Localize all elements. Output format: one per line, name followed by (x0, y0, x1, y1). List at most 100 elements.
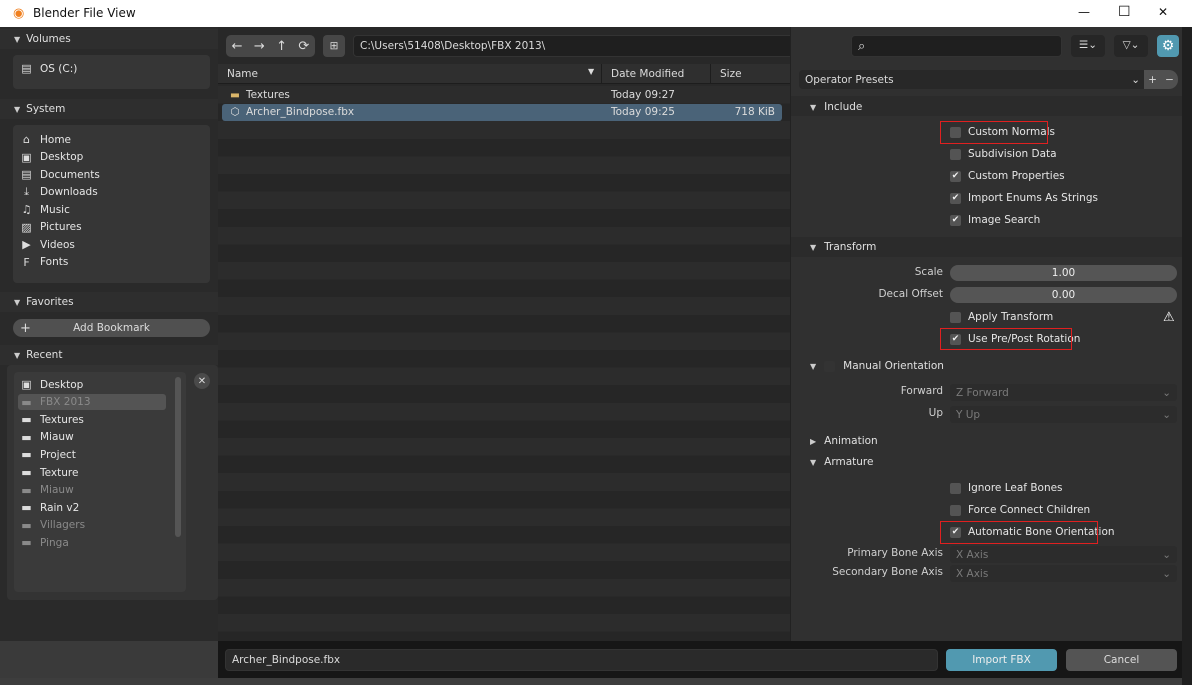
sidebar-item-home[interactable]: ⌂ Home (20, 131, 71, 148)
animation-section[interactable]: ▶ Animation (804, 431, 1182, 451)
checkbox[interactable]: ✔ (950, 192, 961, 204)
item-label: Rain v2 (40, 501, 80, 514)
close-button[interactable]: ✕ (1158, 5, 1168, 19)
armature-section[interactable]: ▼ Armature (804, 452, 1182, 472)
item-label: Fonts (40, 256, 69, 268)
decal-offset-label: Decal Offset (878, 288, 943, 300)
refresh-icon[interactable]: ⟳ (298, 39, 309, 54)
back-arrow-icon[interactable]: ← (232, 39, 243, 54)
include-option[interactable]: ✔ Custom Properties (950, 168, 1065, 184)
checkbox-label: Custom Properties (968, 170, 1065, 182)
column-size[interactable]: Size (710, 64, 742, 84)
recent-scrollbar[interactable] (175, 377, 181, 537)
parent-dir-icon[interactable]: ↑ (276, 39, 287, 54)
gear-icon: ⚙ (1161, 38, 1175, 54)
blender-logo-icon: ◉ (13, 6, 25, 21)
armature-option[interactable]: Ignore Leaf Bones (950, 480, 1063, 496)
file-row[interactable]: ⬡ Archer_Bindpose.fbx Today 09:25 718 KiB (222, 103, 782, 121)
recent-header[interactable]: ▼ Recent (0, 345, 218, 365)
up-dropdown[interactable]: Y Up ⌄ (950, 406, 1177, 423)
transform-section[interactable]: ▼ Transform (804, 237, 1182, 257)
folder-icon: ▬ (230, 88, 240, 101)
column-name[interactable]: Name (227, 68, 258, 80)
operator-presets-dropdown[interactable]: Operator Presets ⌄ (799, 70, 1144, 89)
recent-item[interactable]: ▬ Miauw (20, 429, 73, 446)
path-text: C:\Users\51408\Desktop\FBX 2013\ (360, 40, 546, 52)
cancel-button[interactable]: Cancel (1066, 649, 1177, 671)
sidebar-item-downloads[interactable]: ⤓ Downloads (20, 184, 98, 201)
maximize-button[interactable]: ☐ (1118, 4, 1131, 20)
secondary-bone-axis-dropdown[interactable]: X Axis ⌄ (950, 565, 1177, 582)
apply-transform-checkbox[interactable]: Apply Transform (950, 309, 1053, 325)
checkbox[interactable]: ✔ (950, 214, 961, 226)
include-section[interactable]: ▼ Include (804, 97, 1182, 117)
sidebar-item-fonts[interactable]: F Fonts (20, 254, 68, 271)
scale-field[interactable]: 1.00 (950, 265, 1177, 281)
minimize-button[interactable]: — (1078, 5, 1090, 19)
item-label: Project (40, 448, 76, 461)
primary-bone-axis-dropdown[interactable]: X Axis ⌄ (950, 546, 1177, 563)
remove-preset-button[interactable]: − (1161, 70, 1178, 89)
chevron-down-icon: ⌄ (1162, 548, 1171, 561)
forward-dropdown[interactable]: Z Forward ⌄ (950, 384, 1177, 401)
checkbox[interactable] (950, 148, 961, 160)
search-input[interactable]: ⌕ (851, 35, 1062, 57)
item-label: Desktop (40, 151, 84, 163)
add-preset-button[interactable]: + (1144, 70, 1161, 89)
sidebar-item-videos[interactable]: ▶ Videos (20, 236, 75, 253)
sidebar-item-os[interactable]: ▤ OS (C:) (20, 60, 77, 77)
sidebar-item-desktop[interactable]: ▣ Desktop (20, 149, 83, 166)
decal-offset-field[interactable]: 0.00 (950, 287, 1177, 303)
checkbox[interactable]: ✔ (950, 170, 961, 182)
recent-item[interactable]: ▬ Pinga (20, 534, 68, 551)
display-mode-dropdown[interactable]: ☰⌄ (1071, 35, 1105, 57)
recent-item[interactable]: ▣ Desktop (20, 376, 83, 393)
filename-input[interactable]: Archer_Bindpose.fbx (225, 649, 938, 671)
sort-icon[interactable]: ▼ (588, 67, 594, 76)
volumes-header[interactable]: ▼ Volumes (0, 29, 218, 49)
home-icon: ⌂ (23, 133, 30, 146)
checkbox[interactable] (950, 504, 961, 516)
include-option[interactable]: ✔ Import Enums As Strings (950, 190, 1098, 206)
include-option[interactable]: ✔ Image Search (950, 212, 1040, 228)
settings-toggle-button[interactable]: ⚙ (1157, 35, 1179, 57)
pictures-icon: ▨ (21, 220, 32, 234)
filter-dropdown[interactable]: ▽⌄ (1114, 35, 1148, 57)
chevron-down-icon: ⌄ (1162, 408, 1171, 421)
recent-item[interactable]: ▬ Texture (20, 464, 78, 481)
checkbox-label: Force Connect Children (968, 504, 1091, 516)
armature-option[interactable]: Force Connect Children (950, 502, 1090, 518)
checkbox[interactable] (824, 360, 836, 372)
folder-icon: ▬ (21, 466, 32, 479)
import-fbx-button[interactable]: Import FBX (946, 649, 1057, 671)
forward-arrow-icon[interactable]: → (254, 39, 265, 54)
file-row[interactable]: ▬ Textures Today 09:27 (222, 86, 782, 103)
sidebar-item-documents[interactable]: ▤ Documents (20, 166, 100, 183)
add-bookmark-button[interactable]: + Add Bookmark (13, 319, 210, 337)
include-option[interactable]: Subdivision Data (950, 146, 1057, 162)
recent-item[interactable]: ▬ Villagers (20, 517, 85, 534)
section-label: Manual Orientation (843, 360, 944, 372)
recent-item[interactable]: ▬ Textures (20, 411, 84, 428)
favorites-header[interactable]: ▼ Favorites (0, 292, 218, 312)
new-folder-icon: ⊞ (329, 40, 339, 52)
column-date[interactable]: Date Modified (601, 64, 684, 84)
new-folder-button[interactable]: ⊞ (323, 35, 345, 57)
collapse-icon: ▼ (14, 350, 21, 360)
clear-recent-button[interactable]: ✕ (194, 373, 210, 389)
checkbox[interactable] (950, 482, 961, 494)
system-header[interactable]: ▼ System (0, 99, 218, 119)
recent-item[interactable]: ▬ FBX 2013 (20, 394, 90, 411)
path-input[interactable]: C:\Users\51408\Desktop\FBX 2013\ (353, 35, 844, 57)
sidebar-item-music[interactable]: ♫ Music (20, 201, 70, 218)
highlight-box (940, 328, 1072, 350)
checkbox[interactable] (950, 311, 961, 323)
recent-item[interactable]: ▬ Rain v2 (20, 499, 79, 516)
warning-icon: ⚠ (1163, 310, 1175, 325)
item-label: Texture (40, 466, 79, 479)
recent-item[interactable]: ▬ Project (20, 446, 76, 463)
sidebar-item-pictures[interactable]: ▨ Pictures (20, 219, 81, 236)
manual-orientation-section[interactable]: ▼ Manual Orientation (804, 356, 1182, 376)
up-label: Up (928, 407, 943, 419)
recent-item[interactable]: ▬ Miauw (20, 482, 73, 499)
